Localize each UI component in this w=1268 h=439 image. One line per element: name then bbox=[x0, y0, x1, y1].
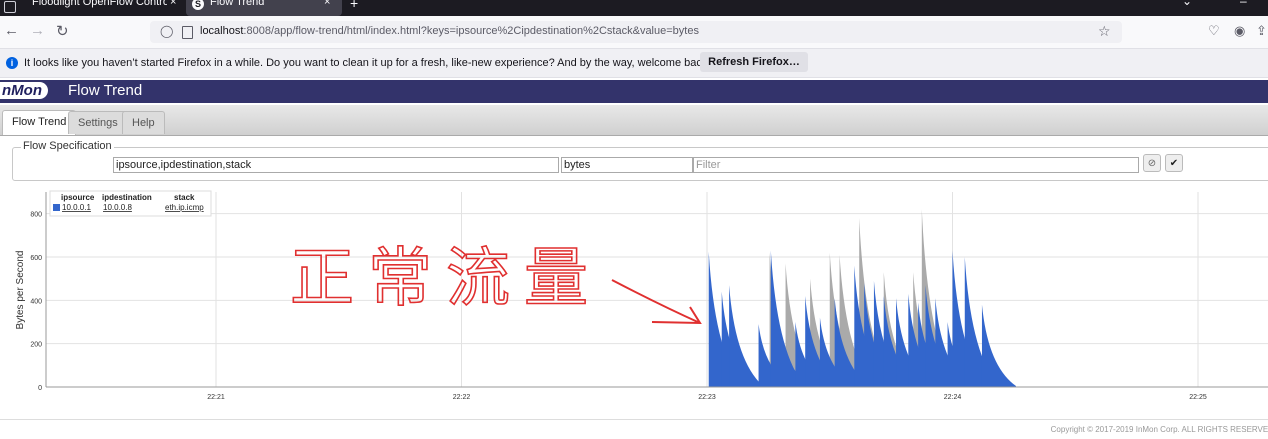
tab-title: Flow Trend bbox=[210, 0, 265, 8]
x-tick-label: 22:24 bbox=[944, 394, 962, 401]
y-tick-label: 0 bbox=[38, 385, 42, 392]
reload-icon[interactable]: ↻ bbox=[56, 22, 69, 40]
legend-ipsource[interactable]: 10.0.0.1 bbox=[62, 203, 91, 212]
x-tick-label: 22:22 bbox=[453, 394, 471, 401]
new-tab-button[interactable]: + bbox=[350, 0, 358, 11]
clear-button[interactable]: ⊘ bbox=[1143, 154, 1161, 172]
submit-button[interactable]: ✔ bbox=[1165, 154, 1183, 172]
tab-settings[interactable]: Settings bbox=[68, 111, 128, 134]
info-icon: i bbox=[6, 57, 18, 69]
y-tick-label: 600 bbox=[30, 255, 42, 262]
forward-arrow-icon[interactable]: → bbox=[30, 22, 45, 39]
chart-areas bbox=[708, 209, 1016, 387]
x-tick-label: 22:23 bbox=[698, 394, 716, 401]
y-axis-label: Bytes per Second bbox=[15, 251, 26, 330]
close-tab-icon[interactable]: × bbox=[324, 0, 330, 8]
extensions-icon[interactable]: ⇪ bbox=[1256, 23, 1267, 39]
tab-list-chevron-icon[interactable]: ⌄ bbox=[1182, 0, 1192, 8]
legend-ipdestination[interactable]: 10.0.0.8 bbox=[103, 203, 132, 212]
footer-divider bbox=[0, 419, 1268, 420]
flow-specification-legend: Flow Specification bbox=[21, 140, 114, 152]
annotation-arrow-icon bbox=[611, 279, 702, 325]
y-tick-label: 800 bbox=[30, 212, 42, 219]
refresh-firefox-button[interactable]: Refresh Firefox… bbox=[700, 52, 808, 72]
app-title: Flow Trend bbox=[68, 82, 143, 99]
filter-input[interactable] bbox=[693, 157, 1139, 173]
close-tab-icon[interactable]: × bbox=[170, 0, 176, 8]
flow-specification-fieldset: Flow Specification ⊘ ✔ bbox=[12, 140, 1268, 181]
browser-tab-floodlight[interactable]: Floodlight OpenFlow Contro × bbox=[22, 0, 182, 16]
account-icon[interactable]: ◉ bbox=[1234, 23, 1245, 39]
browser-tab-flow-trend[interactable]: S Flow Trend × bbox=[186, 0, 342, 16]
x-tick-label: 22:21 bbox=[207, 394, 225, 401]
tab-help[interactable]: Help bbox=[122, 111, 165, 134]
browser-tab-bar: Floodlight OpenFlow Contro × S Flow Tren… bbox=[0, 0, 1268, 16]
chart-legend: ipsource ipdestination stack 10.0.0.1 10… bbox=[49, 190, 212, 217]
sflow-favicon-icon: S bbox=[192, 0, 204, 10]
app-header: nMon Flow Trend bbox=[0, 80, 1268, 103]
browser-nav-bar: ← → ↻ ◯ localhost:8008/app/flow-trend/ht… bbox=[0, 16, 1268, 49]
url-bar[interactable]: ◯ localhost:8008/app/flow-trend/html/ind… bbox=[150, 21, 1122, 43]
flow-trend-chart: 020040060080022:2122:2222:2322:2422:2522… bbox=[15, 190, 1268, 401]
pocket-icon[interactable]: ♡ bbox=[1208, 23, 1220, 39]
bookmark-star-icon[interactable]: ☆ bbox=[1098, 23, 1111, 40]
y-tick-label: 400 bbox=[30, 298, 42, 305]
value-input[interactable] bbox=[561, 157, 693, 173]
app-menu-icon[interactable] bbox=[4, 1, 16, 13]
series-blue-spike bbox=[981, 304, 1016, 387]
notification-message: It looks like you haven’t started Firefo… bbox=[24, 57, 711, 69]
url-text[interactable]: localhost:8008/app/flow-trend/html/index… bbox=[200, 25, 699, 37]
minimize-icon[interactable]: – bbox=[1240, 0, 1247, 8]
back-arrow-icon[interactable]: ← bbox=[4, 22, 19, 39]
tab-flow-trend[interactable]: Flow Trend bbox=[2, 110, 77, 135]
notification-bar: i It looks like you haven’t started Fire… bbox=[0, 49, 1268, 78]
tracking-shield-icon[interactable]: ◯ bbox=[160, 24, 173, 38]
page-info-icon[interactable] bbox=[182, 26, 193, 39]
tab-title: Floodlight OpenFlow Contro bbox=[32, 0, 167, 8]
chart-grid bbox=[46, 192, 1268, 388]
legend-swatch bbox=[53, 204, 60, 211]
legend-stack[interactable]: eth.ip.icmp bbox=[165, 203, 204, 212]
legend-header-ipsource: ipsource bbox=[61, 193, 95, 202]
legend-header-ipdestination: ipdestination bbox=[102, 193, 152, 202]
handwritten-annotation: 正常流量 bbox=[289, 241, 702, 325]
copyright-text: Copyright © 2017-2019 InMon Corp. ALL RI… bbox=[1050, 425, 1268, 434]
legend-header-stack: stack bbox=[174, 193, 195, 202]
annotation-text: 正常流量 bbox=[290, 242, 602, 316]
x-tick-label: 22:25 bbox=[1189, 394, 1207, 401]
keys-input[interactable] bbox=[113, 157, 559, 173]
app-tab-bar: Flow Trend Settings Help bbox=[0, 105, 1268, 136]
inmon-logo: nMon bbox=[0, 82, 48, 99]
y-tick-label: 200 bbox=[30, 342, 42, 349]
